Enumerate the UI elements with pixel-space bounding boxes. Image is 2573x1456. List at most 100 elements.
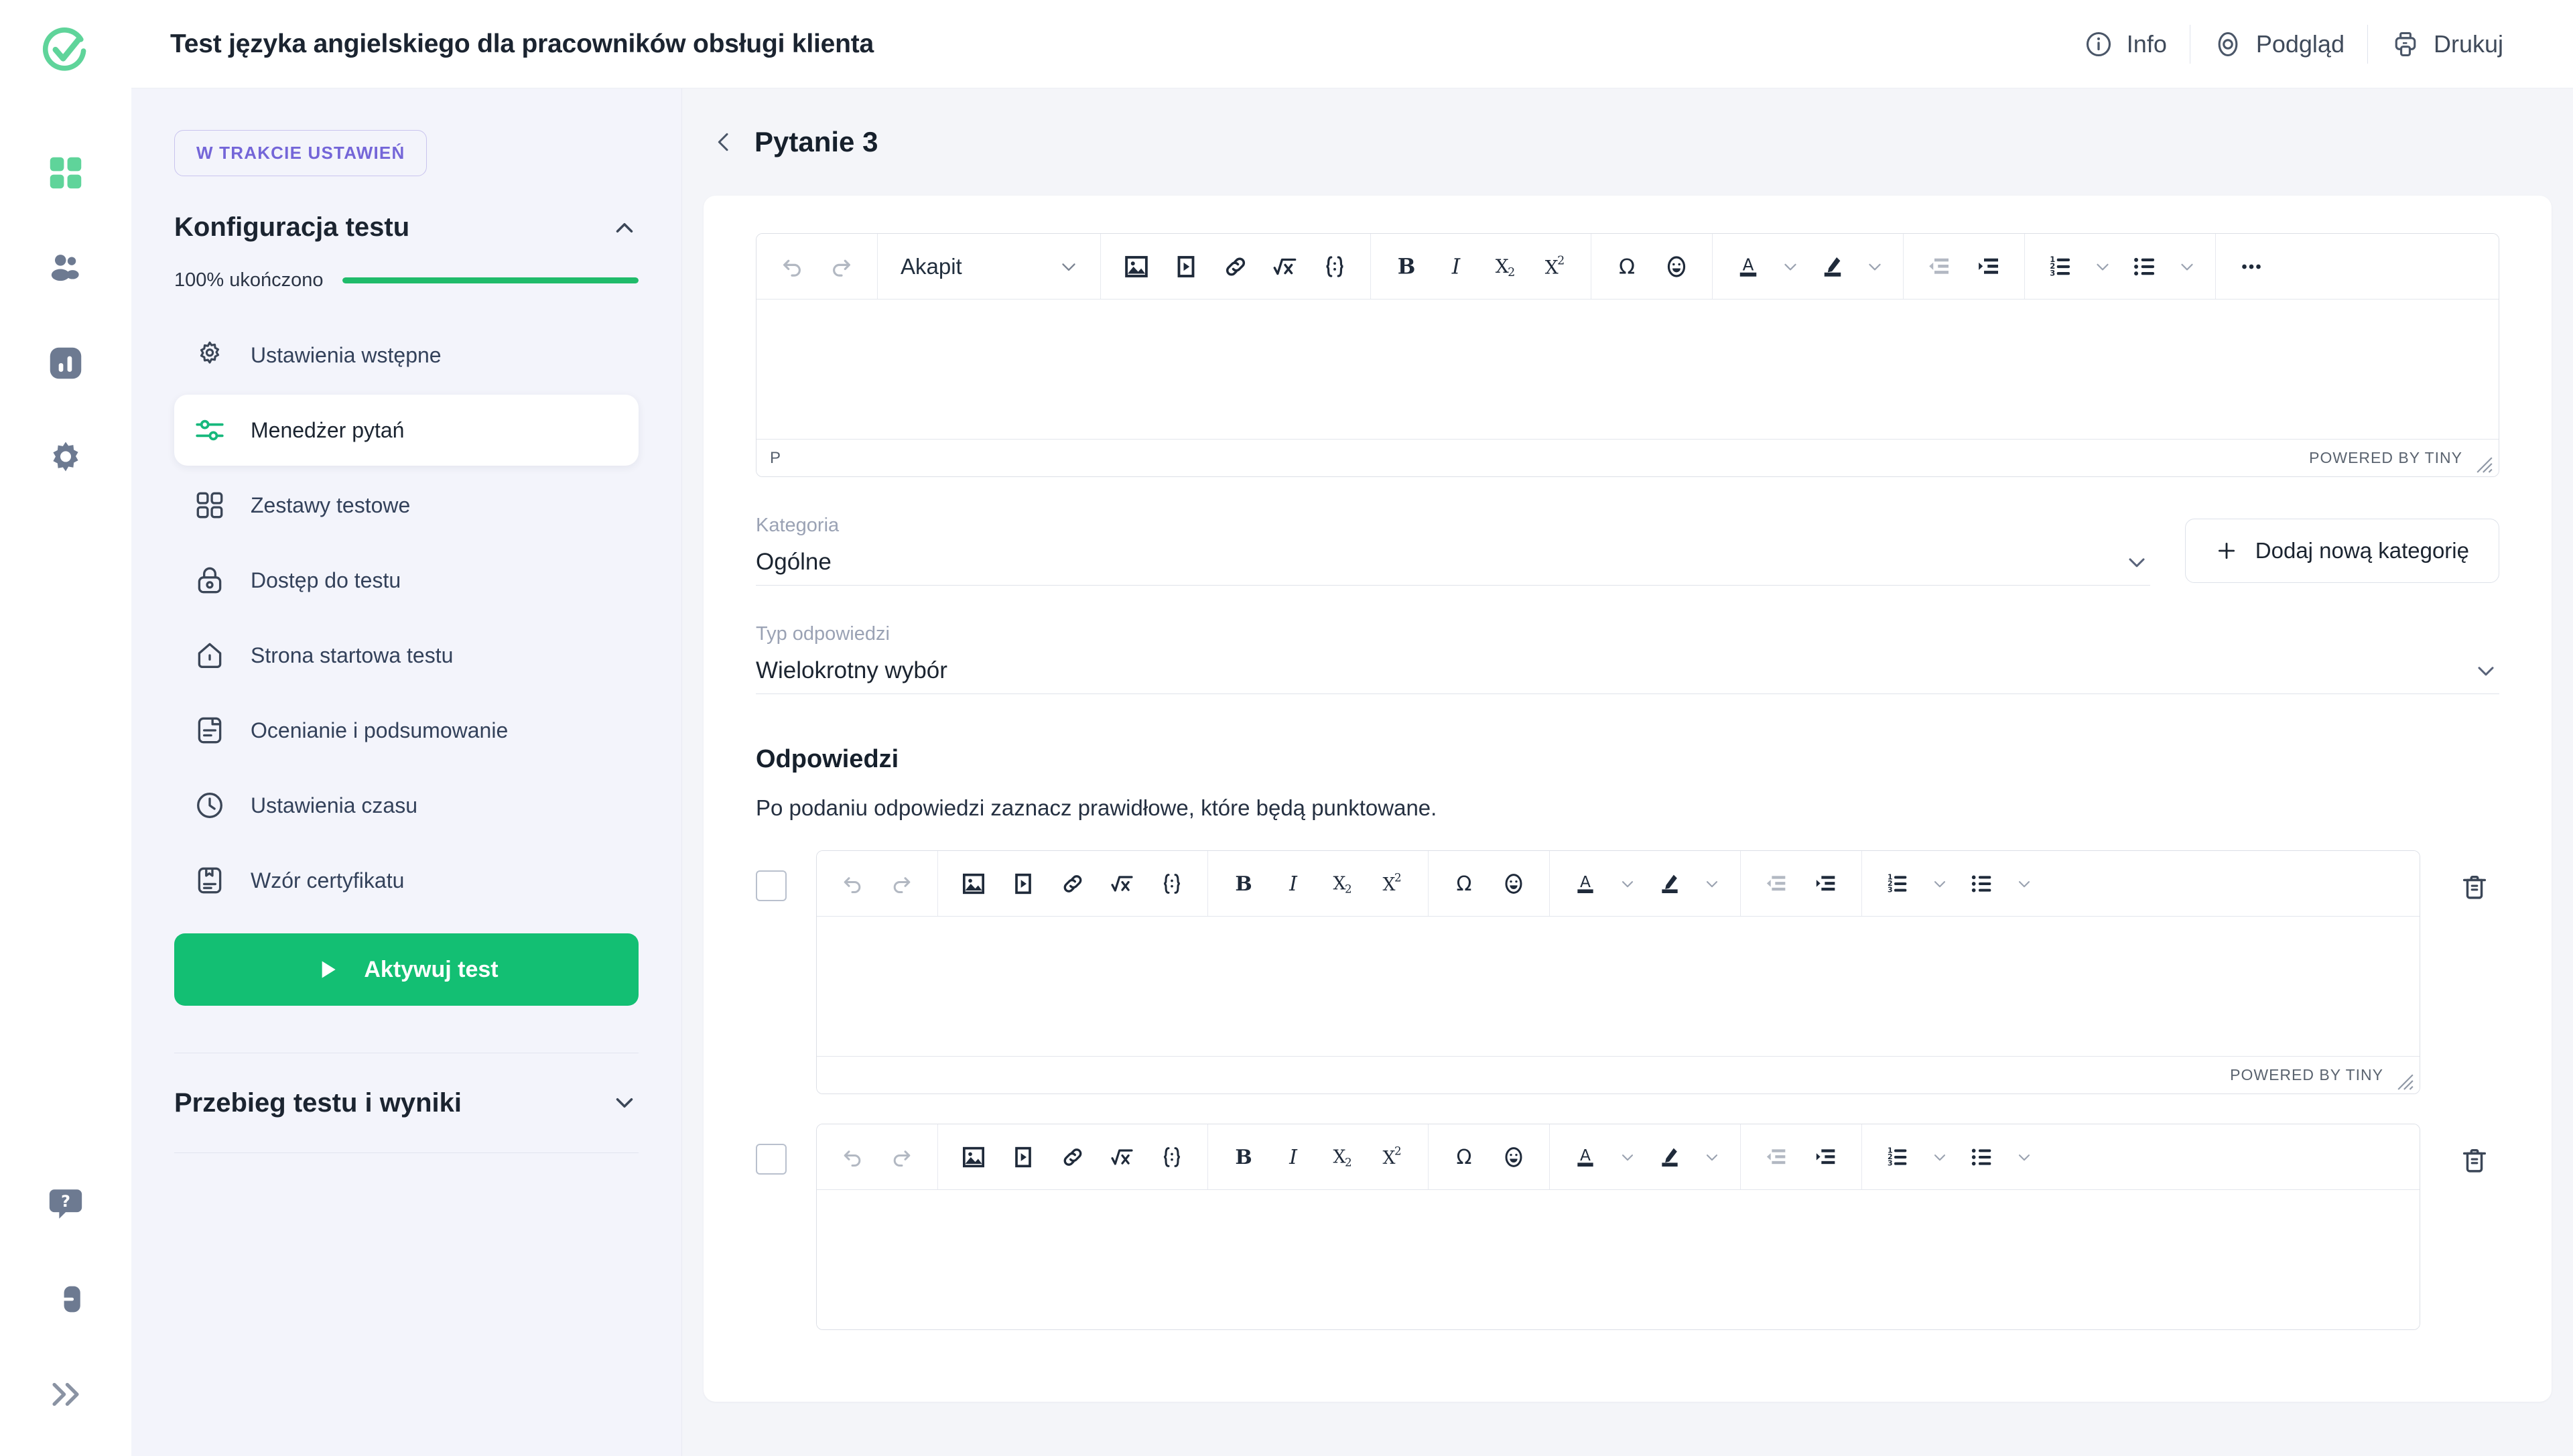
italic-icon[interactable]: I: [1431, 242, 1481, 291]
emoticon-icon[interactable]: [1652, 242, 1701, 291]
indent-icon[interactable]: [1964, 242, 2014, 291]
text-color-chevron-down-icon[interactable]: [1610, 859, 1645, 909]
text-color-icon[interactable]: A: [1561, 859, 1610, 909]
print-button[interactable]: Drukuj: [2368, 29, 2526, 59]
undo-icon[interactable]: [828, 859, 877, 909]
numbered-list-icon[interactable]: 123: [1873, 1132, 1922, 1182]
rail-item-users[interactable]: [31, 233, 101, 303]
math-formula-icon[interactable]: [1260, 242, 1310, 291]
chevron-down-icon[interactable]: [2123, 549, 2150, 576]
special-character-icon[interactable]: Ω: [1439, 1132, 1489, 1182]
highlight-color-chevron-down-icon[interactable]: [1857, 242, 1892, 291]
superscript-icon[interactable]: X2: [1368, 859, 1417, 909]
answer-editor-body[interactable]: [817, 917, 2420, 1056]
chevron-down-icon[interactable]: [610, 1089, 639, 1117]
undo-icon[interactable]: [767, 242, 817, 291]
rail-item-settings[interactable]: [31, 423, 101, 493]
category-field[interactable]: Kategoria Ogólne: [756, 515, 2150, 586]
chevron-down-icon[interactable]: [2472, 657, 2499, 684]
indent-icon[interactable]: [1801, 859, 1851, 909]
subscript-icon[interactable]: X2: [1318, 1132, 1368, 1182]
answer-correct-checkbox[interactable]: [756, 1144, 787, 1175]
insert-image-icon[interactable]: [949, 1132, 998, 1182]
bullet-list-chevron-down-icon[interactable]: [2007, 1132, 2042, 1182]
superscript-icon[interactable]: X2: [1530, 242, 1580, 291]
source-code-icon[interactable]: [1147, 1132, 1197, 1182]
numbered-list-chevron-down-icon[interactable]: [1922, 1132, 1957, 1182]
highlight-color-chevron-down-icon[interactable]: [1695, 859, 1729, 909]
bullet-list-icon[interactable]: [1957, 1132, 2007, 1182]
redo-icon[interactable]: [877, 1132, 927, 1182]
editor-resize-handle[interactable]: [2397, 1073, 2414, 1091]
sidebar-item-ustawienia-czasu[interactable]: Ustawienia czasu: [174, 770, 639, 841]
insert-link-icon[interactable]: [1048, 859, 1098, 909]
bold-icon[interactable]: B: [1219, 859, 1268, 909]
text-color-chevron-down-icon[interactable]: [1773, 242, 1808, 291]
insert-media-icon[interactable]: [1161, 242, 1211, 291]
rail-item-help[interactable]: ?: [31, 1169, 101, 1239]
rail-item-reports[interactable]: [31, 328, 101, 398]
bullet-list-icon[interactable]: [1957, 859, 2007, 909]
sidebar-item-wzor-certyfikatu[interactable]: Wzór certyfikatu: [174, 845, 639, 916]
sidebar-item-dostep-do-testu[interactable]: Dostęp do testu: [174, 545, 639, 616]
editor-resize-handle[interactable]: [2476, 456, 2493, 474]
subscript-icon[interactable]: X2: [1318, 859, 1368, 909]
outdent-icon[interactable]: [1752, 1132, 1801, 1182]
highlight-color-chevron-down-icon[interactable]: [1695, 1132, 1729, 1182]
special-character-icon[interactable]: Ω: [1439, 859, 1489, 909]
outdent-icon[interactable]: [1914, 242, 1964, 291]
highlight-color-icon[interactable]: [1808, 242, 1857, 291]
logo-checkmark-icon[interactable]: [40, 25, 91, 76]
redo-icon[interactable]: [877, 859, 927, 909]
bullet-list-chevron-down-icon[interactable]: [2170, 242, 2204, 291]
insert-image-icon[interactable]: [949, 859, 998, 909]
source-code-icon[interactable]: [1147, 859, 1197, 909]
insert-image-icon[interactable]: [1112, 242, 1161, 291]
highlight-color-icon[interactable]: [1645, 1132, 1695, 1182]
bullet-list-chevron-down-icon[interactable]: [2007, 859, 2042, 909]
insert-media-icon[interactable]: [998, 1132, 1048, 1182]
outdent-icon[interactable]: [1752, 859, 1801, 909]
delete-answer-button[interactable]: [2450, 1136, 2499, 1185]
chevron-up-icon[interactable]: [610, 214, 639, 242]
special-character-icon[interactable]: Ω: [1602, 242, 1652, 291]
source-code-icon[interactable]: [1310, 242, 1360, 291]
redo-icon[interactable]: [817, 242, 866, 291]
preview-button[interactable]: Podgląd: [2190, 29, 2367, 59]
insert-link-icon[interactable]: [1048, 1132, 1098, 1182]
italic-icon[interactable]: I: [1268, 1132, 1318, 1182]
config-section-header[interactable]: Konfiguracja testu: [174, 212, 639, 243]
subscript-icon[interactable]: X2: [1481, 242, 1530, 291]
insert-link-icon[interactable]: [1211, 242, 1260, 291]
delete-answer-button[interactable]: [2450, 862, 2499, 912]
bullet-list-icon[interactable]: [2120, 242, 2170, 291]
answer-editor-body[interactable]: [817, 1190, 2420, 1329]
math-formula-icon[interactable]: [1098, 859, 1147, 909]
bold-icon[interactable]: B: [1219, 1132, 1268, 1182]
sidebar-item-ocenianie[interactable]: Ocenianie i podsumowanie: [174, 695, 639, 766]
numbered-list-chevron-down-icon[interactable]: [2085, 242, 2120, 291]
text-color-icon[interactable]: A: [1561, 1132, 1610, 1182]
sidebar-item-zestawy-testowe[interactable]: Zestawy testowe: [174, 470, 639, 541]
sidebar-item-strona-startowa[interactable]: Strona startowa testu: [174, 620, 639, 691]
info-button[interactable]: Info: [2061, 29, 2190, 59]
question-editor-body[interactable]: [756, 300, 2499, 439]
math-formula-icon[interactable]: [1098, 1132, 1147, 1182]
indent-icon[interactable]: [1801, 1132, 1851, 1182]
rail-item-expand[interactable]: [31, 1360, 101, 1429]
superscript-icon[interactable]: X2: [1368, 1132, 1417, 1182]
numbered-list-chevron-down-icon[interactable]: [1922, 859, 1957, 909]
undo-icon[interactable]: [828, 1132, 877, 1182]
text-color-chevron-down-icon[interactable]: [1610, 1132, 1645, 1182]
numbered-list-icon[interactable]: 123: [1873, 859, 1922, 909]
numbered-list-icon[interactable]: 1 2 3: [2036, 242, 2085, 291]
italic-icon[interactable]: I: [1268, 859, 1318, 909]
format-select[interactable]: Akapit: [888, 242, 1090, 291]
bold-icon[interactable]: B: [1382, 242, 1431, 291]
rail-item-logout[interactable]: [31, 1264, 101, 1334]
emoticon-icon[interactable]: [1489, 859, 1538, 909]
answer-type-field[interactable]: Typ odpowiedzi Wielokrotny wybór: [756, 623, 2499, 694]
emoticon-icon[interactable]: [1489, 1132, 1538, 1182]
highlight-color-icon[interactable]: [1645, 859, 1695, 909]
sidebar-item-menedzer-pytan[interactable]: Menedżer pytań: [174, 395, 639, 466]
